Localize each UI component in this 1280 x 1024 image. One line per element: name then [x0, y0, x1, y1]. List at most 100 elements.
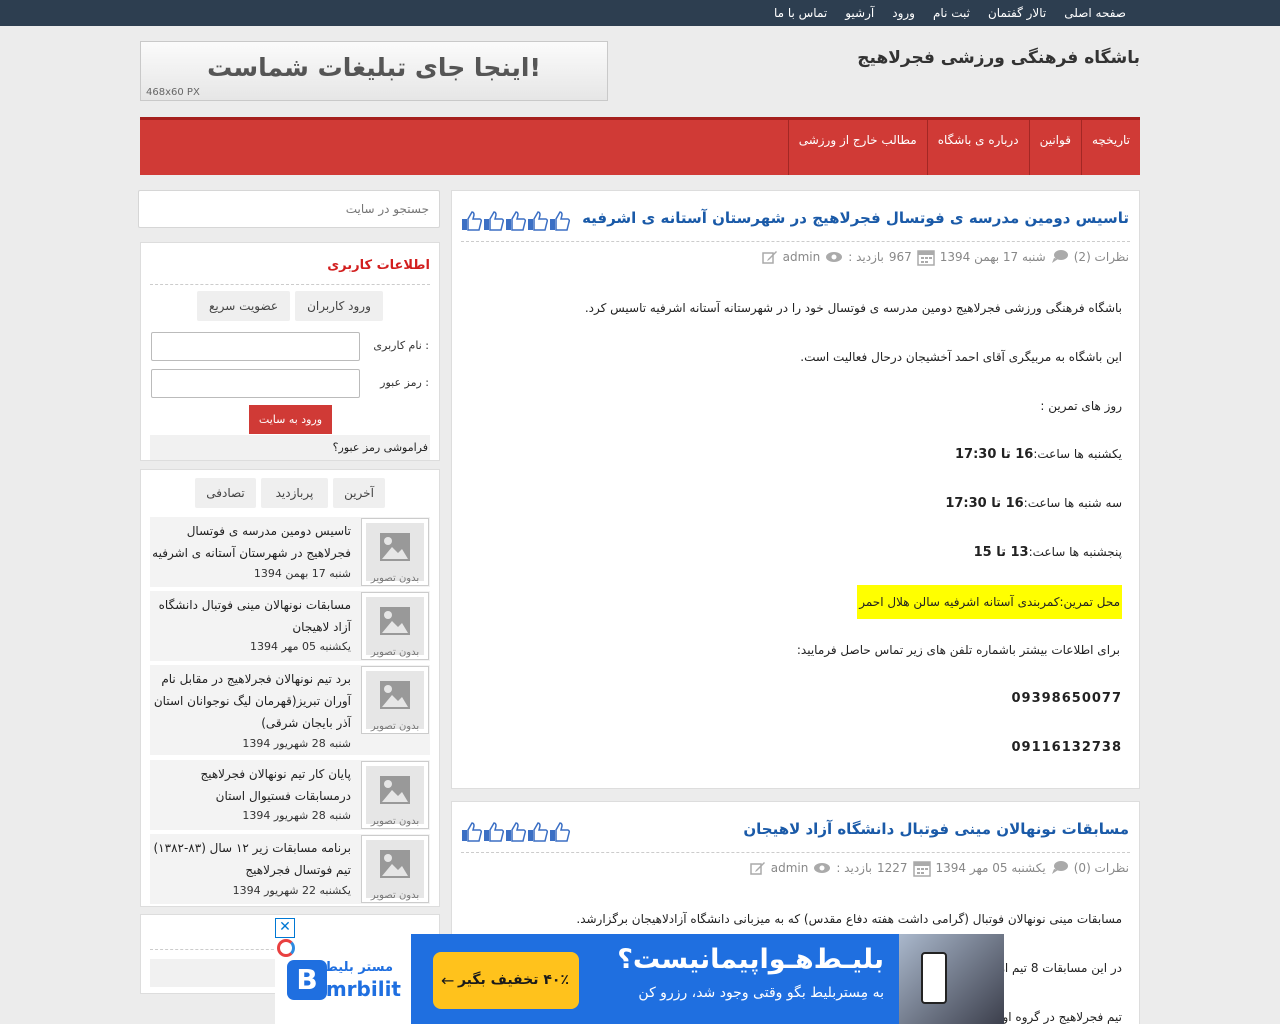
topnav-contact[interactable]: تماس با ما — [765, 0, 836, 26]
views-count: 967 — [888, 250, 912, 264]
image-placeholder-icon — [380, 776, 410, 804]
thumbs-up-icon[interactable] — [505, 210, 527, 232]
rating-widget[interactable] — [461, 821, 571, 843]
mainnav-offtopic[interactable]: مطالب خارج از ورزشی — [787, 120, 927, 175]
calendar-icon — [912, 861, 931, 877]
tab-latest[interactable]: آخرین — [333, 478, 385, 508]
schedule-row: یکشنبه ها ساعت:16 تا 17:30 — [955, 447, 1122, 462]
tab-most-viewed[interactable]: پربازدید — [261, 478, 328, 508]
location-text: محل تمرین:کمربندی آستانه اشرفیه سالن هلا… — [857, 585, 1122, 619]
post-paragraph: در این مسابقات 8 تیم از — [999, 961, 1122, 975]
post-date: شنبه 17 بهمن 1394 — [939, 250, 1046, 264]
post-thumbnail[interactable]: بدون تصویر — [361, 518, 429, 586]
recent-post-date: شنبه 28 شهریور 1394 — [242, 809, 351, 822]
post-author[interactable]: admin — [771, 861, 809, 875]
thumbs-up-icon[interactable] — [527, 821, 549, 843]
topnav-archive[interactable]: آرشیو — [836, 0, 883, 26]
recent-post-title[interactable]: برد تیم نونهالان فجرلاهیج در مقابل نام آ… — [151, 668, 351, 734]
ad-creative[interactable]: ← ۴۰٪ تخفیف بگیر بلیـط‌هـواپیمانیست؟ به … — [411, 934, 1004, 1024]
edit-icon — [761, 251, 777, 264]
views-label: بازدید : — [848, 250, 884, 264]
list-item[interactable]: بدون تصویر تاسیس دومین مدرسه ی فوتسال فج… — [150, 517, 430, 587]
thumb-caption: بدون تصویر — [370, 721, 420, 732]
ad-brand-logo[interactable]: مستر بلیط B mrbilit — [275, 934, 411, 1024]
recent-post-title[interactable]: برنامه مسابقات زیر ۱۲ سال (۸۳-۱۳۸۲) تیم … — [151, 837, 351, 881]
username-field[interactable] — [151, 332, 360, 361]
thumbs-up-icon[interactable] — [483, 821, 505, 843]
mainnav-history[interactable]: تاریخچه — [1080, 120, 1140, 175]
comments-count[interactable]: نظرات (0) — [1074, 861, 1129, 875]
password-field[interactable] — [151, 369, 360, 398]
recent-post-date: یکشنبه 05 مهر 1394 — [249, 640, 351, 653]
ad-photo — [899, 934, 1004, 1024]
mainnav-about[interactable]: درباره ی باشگاه — [926, 120, 1029, 175]
phone-image — [921, 952, 947, 1004]
divider — [461, 852, 1130, 853]
ad-cta-label: ۴۰٪ تخفیف بگیر — [457, 972, 569, 988]
image-placeholder-icon — [380, 681, 410, 709]
header-ad-banner[interactable]: اینجا جای تبلیغات شماست! 468x60 PX — [140, 41, 608, 101]
thumbs-up-icon[interactable] — [549, 821, 571, 843]
thumbs-up-icon[interactable] — [461, 210, 483, 232]
list-item[interactable]: بدون تصویر مسابقات نونهالان مینی فوتبال … — [150, 591, 430, 661]
ad-brand-en: mrbilit — [325, 977, 401, 1001]
recent-post-title[interactable]: مسابقات نونهالان مینی فوتبال دانشگاه آزا… — [151, 594, 351, 638]
post-thumbnail[interactable]: بدون تصویر — [361, 666, 429, 734]
ad-subline: به مِستربلیط بگو وقتی وجود شد، رزرو کن — [638, 985, 884, 1001]
list-item[interactable]: بدون تصویر برنامه مسابقات زیر ۱۲ سال (۸۳… — [150, 834, 430, 904]
mainnav-rules[interactable]: قوانین — [1028, 120, 1081, 175]
schedule-day: یکشنبه ها ساعت: — [1033, 447, 1122, 461]
comments-count[interactable]: نظرات (2) — [1074, 250, 1129, 264]
thumbs-up-icon[interactable] — [505, 821, 527, 843]
recent-post-date: شنبه 28 شهریور 1394 — [242, 737, 351, 750]
recent-posts-widget: آخرین پربازدید تصادفی بدون تصویر تاسیس د… — [140, 469, 440, 907]
post-meta: admin بازدید : 1227 یکشنبه 05 مهر 1394 ن… — [745, 859, 1129, 877]
topnav-register[interactable]: ثبت نام — [924, 0, 979, 26]
list-item[interactable]: بدون تصویر برد تیم نونهالان فجرلاهیج در … — [150, 665, 430, 755]
login-widget: اطلاعات کاربری ورود کاربران عضویت سریع ن… — [140, 242, 440, 461]
tab-login[interactable]: ورود کاربران — [295, 291, 383, 321]
tab-register[interactable]: عضویت سریع — [197, 291, 290, 321]
topnav-login[interactable]: ورود — [883, 0, 924, 26]
post-paragraph: باشگاه فرهنگی ورزشی فجرلاهیج دومین مدرسه… — [584, 301, 1122, 315]
topnav-home[interactable]: صفحه اصلی — [1055, 0, 1135, 26]
login-submit-button[interactable]: ورود به سایت — [249, 405, 332, 434]
phone-number: 09398650077 — [1011, 691, 1122, 706]
site-title[interactable]: باشگاه فرهنگی ورزشی فجرلاهیج — [857, 48, 1140, 68]
phone-number: 09116132738 — [1011, 740, 1122, 755]
image-placeholder-icon — [380, 850, 410, 878]
image-placeholder-icon — [380, 607, 410, 635]
post-title[interactable]: تاسیس دومین مدرسه ی فوتسال فجرلاهیج در ش… — [582, 209, 1129, 227]
ad-brand-fa: مستر بلیط — [324, 960, 393, 975]
thumbs-up-icon[interactable] — [483, 210, 505, 232]
location-highlight: محل تمرین:کمربندی آستانه اشرفیه سالن هلا… — [857, 585, 1122, 619]
post-meta: admin بازدید : 967 شنبه 17 بهمن 1394 نظر… — [757, 248, 1129, 266]
list-item[interactable]: بدون تصویر پایان کار تیم نونهالان فجرلاه… — [150, 760, 430, 830]
eye-icon — [814, 863, 831, 873]
ad-cta-button[interactable]: ← ۴۰٪ تخفیف بگیر — [433, 952, 579, 1009]
login-widget-title: اطلاعات کاربری — [327, 258, 430, 273]
floating-ad[interactable]: مستر بلیط B mrbilit ← ۴۰٪ تخفیف بگیر بلی… — [275, 915, 1004, 1024]
search-input[interactable] — [139, 191, 439, 227]
forgot-password-link[interactable]: فراموشی رمز عبور؟ — [150, 435, 430, 460]
post-thumbnail[interactable]: بدون تصویر — [361, 592, 429, 660]
thumbs-up-icon[interactable] — [527, 210, 549, 232]
header-ad-text: اینجا جای تبلیغات شماست! — [207, 53, 541, 82]
post-thumbnail[interactable]: بدون تصویر — [361, 835, 429, 903]
thumbs-up-icon[interactable] — [461, 821, 483, 843]
schedule-day: پنجشنبه ها ساعت: — [1028, 545, 1122, 559]
close-icon[interactable]: ✕ — [275, 918, 295, 938]
rating-widget[interactable] — [461, 210, 571, 232]
recent-post-title[interactable]: تاسیس دومین مدرسه ی فوتسال فجرلاهیج در ش… — [151, 520, 351, 564]
topnav-forum[interactable]: تالار گفتمان — [979, 0, 1055, 26]
recent-post-title[interactable]: پایان کار تیم نونهالان فجرلاهیج درمسابقا… — [151, 763, 351, 807]
post-author[interactable]: admin — [783, 250, 821, 264]
username-label: نام کاربری : — [373, 339, 429, 352]
tab-random[interactable]: تصادفی — [195, 478, 256, 508]
post-thumbnail[interactable]: بدون تصویر — [361, 761, 429, 829]
thumbs-up-icon[interactable] — [549, 210, 571, 232]
post-title[interactable]: مسابقات نونهالان مینی فوتبال دانشگاه آزا… — [743, 820, 1129, 838]
adchoices-icon[interactable] — [277, 939, 295, 957]
schedule-row: سه شنبه ها ساعت:16 تا 17:30 — [945, 496, 1122, 511]
image-placeholder-icon — [380, 533, 410, 561]
